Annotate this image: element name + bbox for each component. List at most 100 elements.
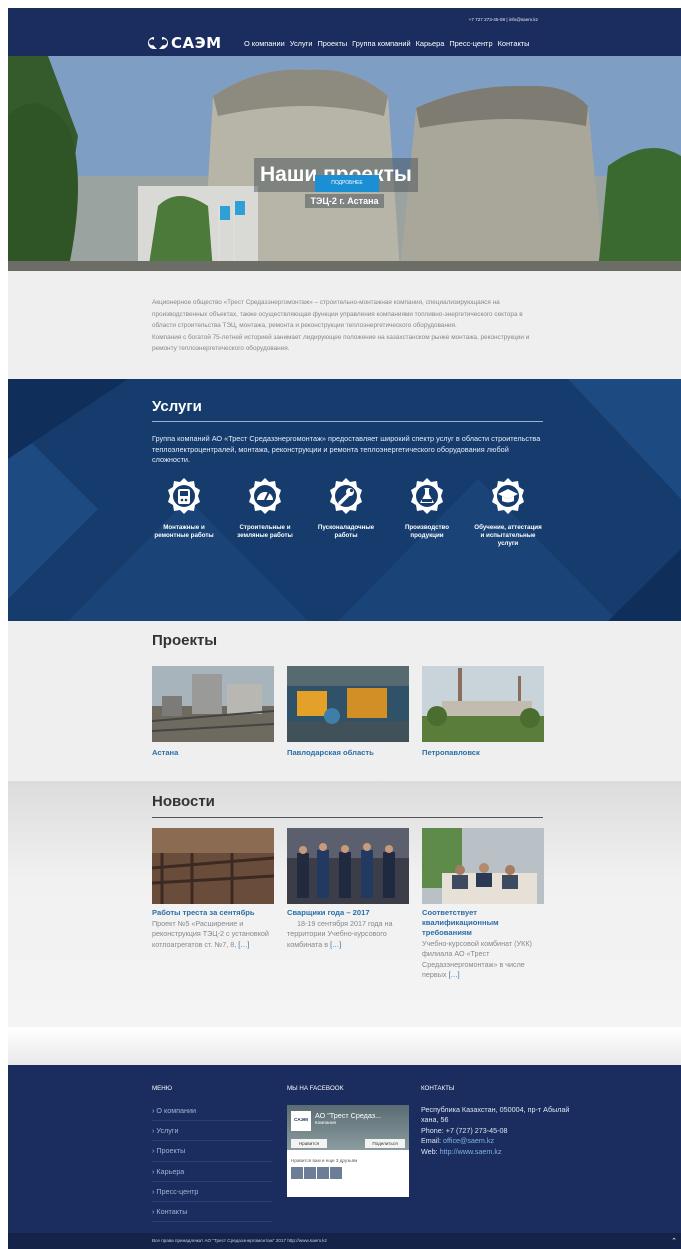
- hero-subtitle-wrap: ТЭЦ-2 г. Астана: [8, 194, 681, 208]
- news-item-text: Учебно-курсовой комбинат (УКК) филиала А…: [422, 939, 544, 981]
- service-item[interactable]: Строительные и земляные работы: [230, 476, 300, 540]
- news-divider: [152, 817, 543, 818]
- flask-icon: [407, 476, 447, 516]
- news-item-text: Проект №5 «Расширение и реконструкция ТЭ…: [152, 919, 274, 950]
- footer-contacts-title: Контакты: [421, 1085, 455, 1092]
- facebook-share-button[interactable]: Поделиться: [365, 1139, 405, 1148]
- site-header: +7 727 273-45-08 | info@saem.kz САЭМ О к…: [8, 8, 681, 56]
- service-item[interactable]: Производство продукции: [392, 476, 462, 540]
- site-footer: Меню › О компании › Услуги › Проекты › К…: [8, 1065, 681, 1233]
- footer-web-row: Web: http://www.saem.kz: [421, 1147, 571, 1157]
- nav-contacts[interactable]: Контакты: [498, 39, 530, 48]
- logo-mark-icon: [148, 37, 168, 49]
- news-item-title[interactable]: Сварщики года – 2017: [287, 908, 409, 918]
- about-paragraph-1: Акционерное общество «Трест Средазэнерго…: [152, 299, 523, 330]
- gauge-panel-icon: [164, 476, 204, 516]
- avatar[interactable]: [330, 1167, 342, 1179]
- service-item[interactable]: Пусконаладочные работы: [311, 476, 381, 540]
- service-label: Монтажные и ремонтные работы: [154, 524, 214, 539]
- news-item-title[interactable]: Работы треста за сентябрь: [152, 908, 274, 918]
- news-title: Новости: [152, 793, 215, 810]
- service-label: Обучение, аттестация и испытательные усл…: [474, 524, 542, 547]
- footer-email-link[interactable]: office@saem.kz: [443, 1136, 494, 1145]
- header-contacts: +7 727 273-45-08 | info@saem.kz: [469, 17, 538, 22]
- project-caption[interactable]: Петропавловск: [422, 748, 480, 757]
- services-divider: [152, 421, 543, 422]
- footer-menu-item[interactable]: › Услуги: [152, 1121, 272, 1142]
- news-read-more[interactable]: […]: [448, 970, 459, 979]
- footer-menu-item[interactable]: › Контакты: [152, 1202, 272, 1223]
- project-caption[interactable]: Астана: [152, 748, 178, 757]
- footer-email-label: Email:: [421, 1136, 441, 1146]
- service-item[interactable]: Монтажные и ремонтные работы: [149, 476, 219, 540]
- news-photo[interactable]: [422, 828, 544, 904]
- project-photo-petropavlovsk[interactable]: [422, 666, 544, 742]
- footer-address: Республика Казахстан, 050004, пр-т Абыла…: [421, 1105, 570, 1125]
- news-section: Новости Работы треста за сентябрь Проект…: [8, 781, 681, 1027]
- project-photo-astana[interactable]: [152, 666, 274, 742]
- news-read-more[interactable]: […]: [238, 940, 249, 949]
- about-text: Акционерное общество «Трест Средазэнерго…: [152, 297, 532, 355]
- facebook-friends-text: Нравится вам и еще 3 друзьям: [291, 1158, 358, 1163]
- footer-menu-item[interactable]: › О компании: [152, 1101, 272, 1122]
- copyright-text: Все права принадлежат АО "Трест Средазэн…: [152, 1238, 327, 1243]
- news-photo[interactable]: [287, 828, 409, 904]
- footer-contacts: Республика Казахстан, 050004, пр-т Абыла…: [421, 1105, 571, 1157]
- service-label: Производство продукции: [404, 524, 450, 539]
- news-item-excerpt: Проект №5 «Расширение и реконструкция ТЭ…: [152, 919, 269, 949]
- footer-menu-item[interactable]: › Проекты: [152, 1141, 272, 1162]
- about-section: Акционерное общество «Трест Средазэнерго…: [8, 271, 681, 379]
- nav-group[interactable]: Группа компаний: [352, 39, 410, 48]
- avatar[interactable]: [317, 1167, 329, 1179]
- logo-text: САЭМ: [171, 34, 222, 52]
- footer-facebook-title: Мы на Facebook: [287, 1085, 344, 1092]
- facebook-widget[interactable]: САЭМ АО "Трест Средаз... Компания Нравит…: [287, 1105, 409, 1197]
- scroll-to-top-icon[interactable]: ⌃: [671, 1237, 677, 1245]
- footer-menu-item[interactable]: › Карьера: [152, 1162, 272, 1182]
- footer-menu-title: Меню: [152, 1085, 173, 1092]
- page: { "header": { "phone": "+7 727 273-45-08…: [0, 0, 681, 1249]
- nav-about[interactable]: О компании: [244, 39, 285, 48]
- services-title: Услуги: [152, 398, 202, 415]
- project-photo-pavlodar[interactable]: [287, 666, 409, 742]
- service-label: Пусконаладочные работы: [317, 524, 375, 539]
- header-phone[interactable]: +7 727 273-45-08: [469, 17, 505, 22]
- hero-subtitle: ТЭЦ-2 г. Астана: [305, 194, 384, 208]
- nav-projects[interactable]: Проекты: [318, 39, 348, 48]
- site-logo[interactable]: САЭМ: [147, 34, 227, 52]
- hero-slider: Наши проекты ТЭЦ-2 г. Астана: [8, 56, 681, 271]
- avatar[interactable]: [304, 1167, 316, 1179]
- services-intro: Группа компаний АО «Трест Средазэнергомо…: [152, 434, 541, 465]
- facebook-page-name[interactable]: АО "Трест Средаз...: [315, 1111, 381, 1120]
- nav-career[interactable]: Карьера: [416, 39, 445, 48]
- site-frame: +7 727 273-45-08 | info@saem.kz САЭМ О к…: [8, 8, 681, 1249]
- header-separator: |: [506, 17, 508, 22]
- projects-section: Проекты Астана Павлодарская область Петр…: [8, 621, 681, 781]
- facebook-page-category: Компания: [315, 1120, 337, 1125]
- news-read-more[interactable]: […]: [330, 940, 341, 949]
- avatar[interactable]: [291, 1167, 303, 1179]
- header-email[interactable]: info@saem.kz: [509, 17, 538, 22]
- section-spacer: [8, 1027, 681, 1065]
- footer-menu: › О компании › Услуги › Проекты › Карьер…: [152, 1101, 272, 1223]
- news-item-title[interactable]: Соответствует квалификационным требовани…: [422, 908, 542, 938]
- footer-phone: Phone: +7 (727) 273-45-08: [421, 1125, 508, 1135]
- graduation-cap-icon: [488, 476, 528, 516]
- services-section: Услуги Группа компаний АО «Трест Средазэ…: [8, 379, 681, 621]
- facebook-like-button[interactable]: Нравится: [291, 1139, 327, 1148]
- facebook-page-logo: САЭМ: [291, 1111, 311, 1131]
- nav-services[interactable]: Услуги: [290, 39, 313, 48]
- projects-title: Проекты: [152, 632, 218, 649]
- footer-menu-item[interactable]: › Пресс-центр: [152, 1182, 272, 1202]
- footer-web-link[interactable]: http://www.saem.kz: [440, 1147, 502, 1156]
- copyright-bar: Все права принадлежат АО "Трест Средазэн…: [8, 1233, 681, 1249]
- wrench-icon: [326, 476, 366, 516]
- nav-press[interactable]: Пресс-центр: [449, 39, 492, 48]
- project-caption[interactable]: Павлодарская область: [287, 748, 374, 757]
- news-photo[interactable]: [152, 828, 274, 904]
- footer-web-label: Web:: [421, 1146, 438, 1156]
- speedometer-icon: [245, 476, 285, 516]
- service-item[interactable]: Обучение, аттестация и испытательные усл…: [473, 476, 543, 547]
- facebook-friend-avatars: [291, 1167, 342, 1179]
- hero-more-button[interactable]: ПОДРОБНЕЕ: [315, 175, 379, 192]
